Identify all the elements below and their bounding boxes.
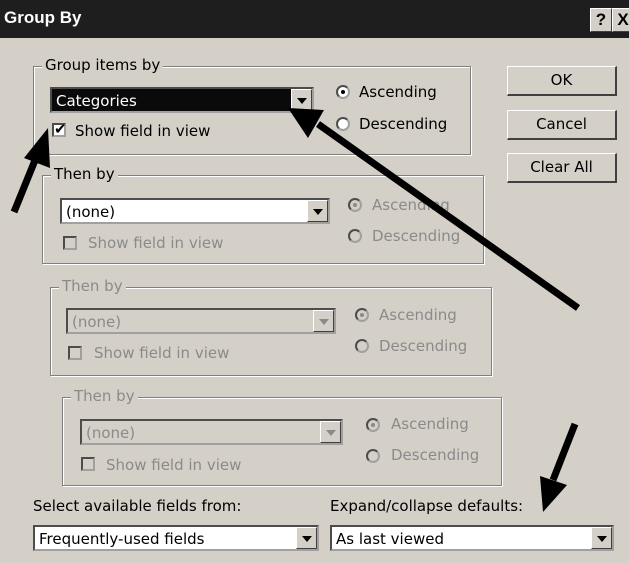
annotation-arrows [10, 108, 581, 512]
arrow-to-group-by-combo [288, 108, 581, 311]
arrow-to-show-field [10, 128, 50, 214]
arrow-to-expand-defaults [540, 422, 579, 512]
group-by-dialog: Group By ? X Group items by Categories ✔… [0, 0, 629, 563]
